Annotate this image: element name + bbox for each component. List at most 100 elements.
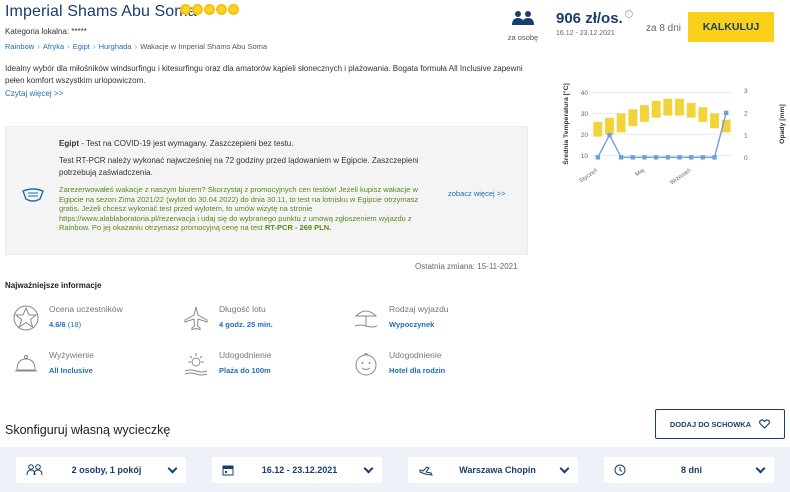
y-right-axis-label: Opady [mm] — [779, 104, 786, 144]
key-info-flight: Długość lotu 4 godz. 25 min. — [182, 304, 273, 332]
y-right-tick-label: 3 — [744, 88, 748, 95]
info-label: Długość lotu — [219, 304, 266, 314]
breadcrumb-separator-icon: › — [134, 42, 138, 51]
hotel-stars — [180, 4, 239, 15]
beach-umbrella-icon — [354, 310, 378, 328]
food-cloche-icon — [15, 355, 37, 372]
covid-promo-price: RT-PCR - 269 PLN. — [264, 223, 332, 232]
covid-requirement: Egipt - Test na COVID-19 jest wymagany. … — [59, 139, 293, 148]
breadcrumb-separator-icon: › — [67, 42, 70, 51]
hotel-description: Idealny wybór dla miłośników windsurfing… — [5, 64, 523, 85]
duration-select[interactable]: 8 dni — [604, 457, 774, 483]
x-tick-label: Maj — [635, 168, 646, 178]
rainfall-point — [607, 132, 612, 138]
heart-icon — [759, 419, 771, 429]
info-icon[interactable]: i — [624, 10, 633, 18]
chevron-down-icon — [559, 463, 570, 473]
star-icon — [192, 4, 203, 15]
key-info-board: Wyżywienie All Inclusive — [12, 350, 94, 378]
rainfall-point — [595, 155, 601, 160]
info-label: Wyżywienie — [49, 350, 94, 360]
breadcrumb-link-egipt[interactable]: Egipt — [73, 42, 90, 51]
y-left-tick-label: 20 — [581, 132, 589, 139]
key-info-facility-beach: Udogodnienie Plaża do 100m — [182, 350, 271, 378]
covid-promo-text: Zarezerwowałeś wakacje z naszym biurem? … — [59, 185, 419, 232]
breadcrumb-link-rainbow[interactable]: Rainbow — [5, 42, 34, 51]
rainfall-point — [665, 155, 671, 160]
price-value: 906 zł/os. — [556, 10, 623, 27]
chevron-down-icon — [167, 463, 178, 473]
x-tick-label: Styczeń — [579, 168, 599, 184]
rainfall-point — [700, 155, 706, 160]
beach-distance: Plaża do 100m — [219, 366, 271, 375]
rainfall-point — [688, 155, 694, 160]
departure-airport-select[interactable]: Warszawa Chopin — [408, 457, 578, 483]
chevron-down-icon — [363, 463, 374, 473]
covid-promo: Zarezerwowałeś wakacje z naszym biurem? … — [59, 185, 439, 233]
rainfall-point — [630, 155, 636, 160]
travelers-select[interactable]: 2 osoby, 1 pokój — [16, 457, 186, 483]
breadcrumb-separator-icon: › — [92, 42, 96, 51]
configure-title: Skonfiguruj własną wycieczkę — [5, 423, 171, 437]
temperature-bar — [675, 98, 684, 116]
plane-departure-icon — [419, 466, 433, 476]
y-left-tick-label: 40 — [581, 90, 589, 97]
family-facility: Hotel dla rodzin — [389, 366, 446, 375]
last-change-date: Ostatnia zmiana: 15-11-2021 — [415, 262, 518, 271]
calculate-button[interactable]: KALKULUJ — [688, 12, 774, 42]
rainfall-point — [723, 110, 729, 116]
people-icon — [512, 11, 534, 25]
covid-pcr-info: Test RT-PCR należy wykonać najwcześniej … — [59, 156, 419, 177]
dates-select[interactable]: 16.12 - 23.12.2021 — [212, 457, 382, 483]
key-info-rating: Ocena uczestników 4.6/6 (18) — [12, 304, 123, 332]
temperature-bar — [710, 113, 719, 129]
info-label: Rodzaj wyjazdu — [389, 304, 449, 314]
rating-value-link[interactable]: 4.6/6 — [49, 320, 66, 329]
add-to-favorites-button[interactable]: DODAJ DO SCHOWKA — [655, 409, 785, 439]
rainfall-point — [712, 155, 717, 160]
breadcrumb-link-afryka[interactable]: Afryka — [43, 42, 64, 51]
temperature-bar — [593, 121, 603, 137]
trip-type: Wypoczynek — [389, 320, 435, 329]
rainfall-point — [653, 155, 659, 160]
mask-icon — [22, 188, 44, 202]
rainfall-point — [618, 155, 624, 160]
temperature-bar — [686, 102, 696, 118]
temperature-bar — [628, 109, 638, 127]
star-icon — [204, 4, 215, 15]
y-right-tick-label: 2 — [744, 110, 748, 117]
rainfall-point — [677, 155, 682, 160]
dates-value: 16.12 - 23.12.2021 — [261, 465, 338, 475]
rating-star-icon — [13, 305, 39, 331]
read-more-link[interactable]: Czytaj więcej >> — [5, 89, 63, 98]
key-info-title: Najważniejsze informacje — [5, 281, 102, 290]
covid-country: Egipt — [59, 139, 79, 148]
y-left-tick-label: 30 — [581, 111, 589, 118]
hotel-title: Imperial Shams Abu Soma — [5, 3, 197, 20]
star-icon — [228, 4, 239, 15]
key-info-facility-family: Udogodnienie Hotel dla rodzin — [352, 350, 445, 378]
info-label: Ocena uczestników — [49, 304, 123, 314]
temperature-bar — [616, 113, 626, 133]
price-block: 906 zł/os. i 16.12 - 23.12.2021 — [556, 10, 633, 37]
flight-duration: 4 godz. 25 min. — [219, 320, 273, 329]
price-dates: 16.12 - 23.12.2021 — [556, 30, 615, 37]
star-icon — [216, 4, 227, 15]
breadcrumb-separator-icon: › — [37, 42, 40, 51]
breadcrumb-link-hurghada[interactable]: Hurghada — [99, 42, 132, 51]
temperature-bar — [605, 117, 614, 135]
info-label: Udogodnienie — [389, 350, 442, 360]
temperature-bar — [663, 98, 673, 116]
see-more-link[interactable]: zobacz więcej >> — [448, 189, 506, 198]
board-type: All Inclusive — [49, 366, 93, 375]
climate-chart: 10 20 30 40 0 1 2 3 Styczeń Maj Wrzesień Średnia Te… — [561, 83, 786, 184]
chevron-down-icon — [755, 463, 766, 473]
people-icon — [26, 464, 43, 476]
rainfall-point — [642, 155, 647, 160]
per-person-label: za osobę — [507, 33, 539, 42]
per-person-indicator: za osobę — [500, 10, 546, 42]
star-icon — [180, 4, 191, 15]
sun-beach-icon — [184, 353, 208, 376]
trip-days: za 8 dni — [646, 23, 682, 34]
temperature-bar — [698, 107, 708, 122]
